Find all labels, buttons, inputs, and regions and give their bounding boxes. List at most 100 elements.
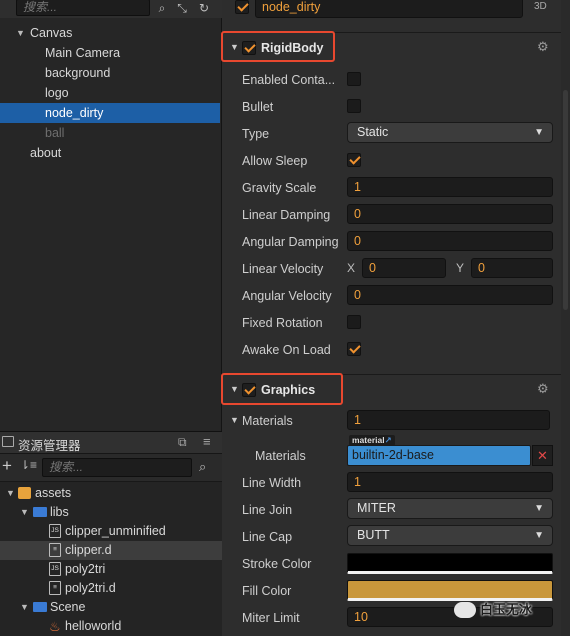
asset-label: clipper_unminified bbox=[65, 524, 166, 538]
folder-icon bbox=[33, 507, 47, 517]
enabled-contact-checkbox[interactable] bbox=[347, 72, 361, 86]
tree-item-main-camera[interactable]: Main Camera bbox=[0, 43, 220, 63]
remove-material-button[interactable]: ✕ bbox=[532, 445, 553, 466]
miter-limit-label: Miter Limit bbox=[242, 611, 300, 625]
asset-label: clipper.d bbox=[65, 543, 112, 557]
line-cap-select[interactable]: BUTT ▼ bbox=[347, 525, 553, 546]
line-width-input[interactable]: 1 bbox=[347, 472, 553, 492]
stroke-color-label: Stroke Color bbox=[242, 557, 312, 571]
tree-item-label: logo bbox=[45, 86, 69, 100]
add-icon[interactable]: + bbox=[2, 457, 12, 475]
tree-item-logo[interactable]: logo bbox=[0, 83, 220, 103]
tree-item-about[interactable]: about bbox=[0, 143, 220, 163]
type-label: Type bbox=[242, 127, 270, 141]
awake-on-load-label: Awake On Load bbox=[242, 343, 331, 357]
graphics-highlight-box bbox=[221, 373, 343, 405]
materials-expand-icon[interactable]: ▼ bbox=[230, 415, 239, 425]
inspector-scrollbar[interactable] bbox=[561, 0, 570, 636]
angular-velocity-input[interactable]: 0 bbox=[347, 285, 553, 305]
fill-color-label: Fill Color bbox=[242, 584, 292, 598]
line-join-label: Line Join bbox=[242, 503, 293, 517]
tree-item-canvas[interactable]: ▼ Canvas bbox=[0, 23, 220, 43]
gear-icon[interactable]: ⚙ bbox=[537, 39, 549, 55]
tree-item-ball[interactable]: ball bbox=[0, 123, 220, 143]
tree-item-label: ball bbox=[45, 126, 65, 140]
tree-item-node-dirty[interactable]: node_dirty bbox=[0, 103, 220, 123]
materials-label: Materials bbox=[242, 414, 293, 428]
refresh-icon[interactable]: ↻ bbox=[196, 0, 212, 16]
type-select[interactable]: Static ▼ bbox=[347, 122, 553, 143]
asset-row-helloworld[interactable]: ♨ helloworld bbox=[0, 617, 222, 636]
line-cap-value: BUTT bbox=[357, 528, 390, 542]
angular-damping-label: Angular Damping bbox=[242, 235, 339, 249]
watermark: 白玉无冰 bbox=[452, 596, 570, 624]
expand-arrow-icon[interactable]: ▼ bbox=[20, 598, 29, 617]
js-file-icon: JS bbox=[49, 562, 61, 576]
assets-panel-header: 资源管理器 ⧉ ≡ bbox=[0, 432, 222, 454]
gravity-scale-input[interactable]: 1 bbox=[347, 177, 553, 197]
node-active-checkbox[interactable] bbox=[235, 0, 249, 14]
left-panel: 搜索... ⌕ ⤡ ↻ ▼ Canvas Main Camera backgro… bbox=[0, 0, 222, 636]
tree-item-label: Main Camera bbox=[45, 46, 121, 60]
asset-row-clipper-d[interactable]: ≡ clipper.d bbox=[0, 541, 222, 560]
sort-icon[interactable]: ⇂≡ bbox=[20, 458, 37, 472]
assets-panel-icon bbox=[2, 436, 14, 447]
chevron-down-icon: ▼ bbox=[534, 503, 544, 514]
node-name-input[interactable]: node_dirty bbox=[255, 0, 523, 18]
fixed-rotation-checkbox[interactable] bbox=[347, 315, 361, 329]
linear-damping-input[interactable]: 0 bbox=[347, 204, 553, 224]
asset-label: Scene bbox=[50, 600, 86, 614]
popout-icon[interactable]: ⧉ bbox=[178, 435, 187, 450]
type-select-value: Static bbox=[357, 125, 389, 139]
hierarchy-toolbar: 搜索... ⌕ ⤡ ↻ bbox=[0, 0, 222, 18]
assets-search-input[interactable]: 搜索... bbox=[42, 458, 192, 477]
scrollbar-thumb[interactable] bbox=[563, 90, 568, 310]
asset-row-poly2tri[interactable]: JS poly2tri bbox=[0, 560, 222, 579]
gear-icon[interactable]: ⚙ bbox=[537, 381, 549, 397]
linear-velocity-y-input[interactable]: 0 bbox=[471, 258, 553, 278]
stroke-color-swatch[interactable] bbox=[347, 553, 553, 574]
menu-icon[interactable]: ≡ bbox=[203, 434, 211, 449]
expand-arrow-icon[interactable]: ▼ bbox=[16, 23, 25, 43]
linear-velocity-x-input[interactable]: 0 bbox=[362, 258, 446, 278]
asset-row-scene[interactable]: ▼ Scene bbox=[0, 598, 222, 617]
mode-label[interactable]: 3D bbox=[534, 1, 547, 12]
angular-velocity-label: Angular Velocity bbox=[242, 289, 332, 303]
search-icon[interactable]: ⌕ bbox=[154, 0, 170, 16]
file-icon: ≡ bbox=[49, 543, 61, 557]
fixed-rotation-label: Fixed Rotation bbox=[242, 316, 323, 330]
hierarchy-search-input[interactable]: 搜索... bbox=[16, 0, 150, 16]
line-width-label: Line Width bbox=[242, 476, 302, 490]
assets-toolbar: + ⇂≡ 搜索... ⌕ bbox=[0, 454, 222, 482]
line-join-value: MITER bbox=[357, 501, 396, 515]
materials-count-input[interactable]: 1 bbox=[347, 410, 550, 430]
expand-arrow-icon[interactable]: ▼ bbox=[6, 484, 15, 503]
search-icon[interactable]: ⌕ bbox=[199, 459, 206, 475]
asset-label: poly2tri.d bbox=[65, 581, 116, 595]
asset-row-clipper-unminified[interactable]: JS clipper_unminified bbox=[0, 522, 222, 541]
asset-row-assets[interactable]: ▼ assets bbox=[0, 484, 222, 503]
line-cap-label: Line Cap bbox=[242, 530, 293, 544]
folder-icon bbox=[33, 602, 47, 612]
asset-label: helloworld bbox=[65, 619, 122, 633]
material-asset-field[interactable]: builtin-2d-base bbox=[347, 445, 531, 466]
allow-sleep-label: Allow Sleep bbox=[242, 154, 308, 168]
link-icon[interactable]: ↗ bbox=[385, 435, 392, 445]
tree-item-background[interactable]: background bbox=[0, 63, 220, 83]
assets-panel-title: 资源管理器 bbox=[18, 439, 81, 453]
allow-sleep-checkbox[interactable] bbox=[347, 153, 361, 167]
line-join-select[interactable]: MITER ▼ bbox=[347, 498, 553, 519]
expand-arrow-icon[interactable]: ▼ bbox=[20, 503, 29, 522]
rigidbody-highlight-box bbox=[221, 31, 335, 62]
bullet-checkbox[interactable] bbox=[347, 99, 361, 113]
angular-damping-input[interactable]: 0 bbox=[347, 231, 553, 251]
awake-on-load-checkbox[interactable] bbox=[347, 342, 361, 356]
collapse-icon[interactable]: ⤡ bbox=[174, 0, 190, 16]
asset-row-poly2tri-d[interactable]: ≡ poly2tri.d bbox=[0, 579, 222, 598]
asset-row-libs[interactable]: ▼ libs bbox=[0, 503, 222, 522]
watermark-text: 白玉无冰 bbox=[480, 602, 533, 617]
assets-panel: 资源管理器 ⧉ ≡ + ⇂≡ 搜索... ⌕ ▼ assets ▼ libs J… bbox=[0, 431, 222, 636]
linear-velocity-label: Linear Velocity bbox=[242, 262, 324, 276]
linear-damping-label: Linear Damping bbox=[242, 208, 331, 222]
tree-item-label: about bbox=[30, 146, 62, 160]
